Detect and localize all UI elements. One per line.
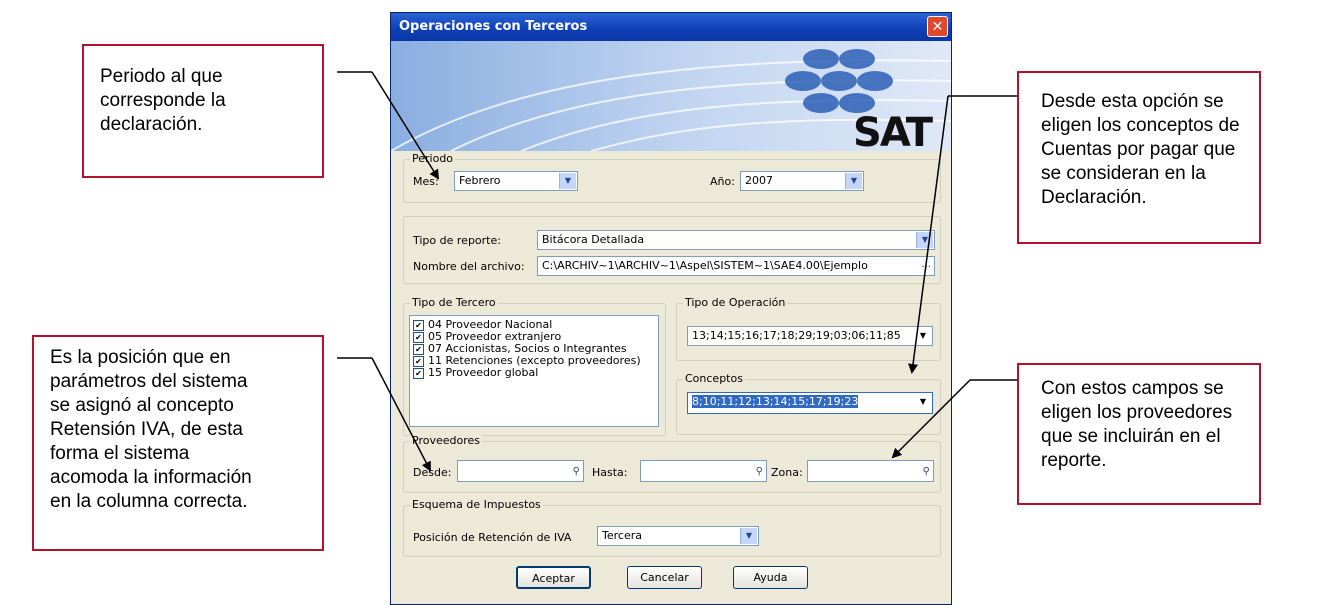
callout-line: declaración. — [100, 114, 203, 135]
callout-line: Desde esta opción se — [1041, 91, 1224, 112]
callout-line: se consideran en la — [1041, 163, 1206, 184]
tipo-operacion-select[interactable]: 13;14;15;16;17;18;29;19;03;06;11;85 ▼ — [687, 326, 933, 346]
chevron-down-icon[interactable]: ▼ — [916, 232, 933, 248]
tipo-operacion-value: 13;14;15;16;17;18;29;19;03;06;11;85 — [692, 329, 901, 342]
tipo-tercero-legend: Tipo de Tercero — [410, 296, 498, 309]
periodo-legend: Periodo — [410, 152, 456, 165]
tipo-operacion-group: Tipo de Operación 13;14;15;16;17;18;29;1… — [676, 296, 941, 361]
sat-logo: SAT — [853, 110, 933, 151]
sat-banner: SAT — [391, 41, 951, 151]
archivo-label: Nombre del archivo: — [413, 260, 525, 273]
callout-line: Cuentas por pagar que — [1041, 139, 1236, 160]
posicion-select[interactable]: Tercera ▼ — [597, 526, 759, 546]
mes-value: Febrero — [459, 174, 501, 187]
checkbox[interactable]: ✔ — [413, 355, 424, 367]
chevron-down-icon[interactable]: ▼ — [915, 328, 931, 344]
mes-label: Mes: — [413, 175, 439, 188]
chevron-down-icon[interactable]: ▼ — [915, 394, 931, 412]
archivo-field[interactable]: C:\ARCHIV~1\ARCHIV~1\Aspel\SISTEM~1\SAE4… — [537, 256, 935, 276]
search-people-icon[interactable]: ⚲ — [923, 463, 930, 481]
callout-line: Periodo al que — [100, 66, 223, 87]
callout-line: reporte. — [1041, 450, 1107, 471]
chevron-down-icon[interactable]: ▼ — [559, 173, 576, 189]
conceptos-legend: Conceptos — [683, 372, 745, 385]
tipo-tercero-list[interactable]: ✔ 04 Proveedor Nacional ✔ 05 Proveedor ext… — [409, 315, 659, 427]
archivo-value: C:\ARCHIV~1\ARCHIV~1\Aspel\SISTEM~1\SAE4… — [542, 259, 868, 272]
callout-retencion: Es la posición que en parámetros del sis… — [32, 335, 324, 551]
window-title: Operaciones con Terceros — [399, 19, 588, 34]
zona-label: Zona: — [771, 466, 803, 479]
title-bar: Operaciones con Terceros ✕ — [391, 13, 951, 41]
proveedores-legend: Proveedores — [410, 434, 482, 447]
ayuda-button[interactable]: Ayuda — [733, 566, 808, 589]
desde-field[interactable]: ⚲ — [457, 460, 584, 482]
browse-button[interactable]: ··· — [919, 259, 931, 275]
dialog-window: Operaciones con Terceros ✕ SAT Periodo M… — [390, 12, 952, 605]
impuestos-group: Esquema de Impuestos Posición de Retenci… — [403, 498, 941, 557]
chevron-down-icon[interactable]: ▼ — [740, 528, 757, 544]
conceptos-group: Conceptos 8;10;11;12;13;14;15;17;19;23 ▼ — [676, 372, 941, 435]
anio-value: 2007 — [745, 174, 773, 187]
callout-periodo: Periodo al que corresponde la declaració… — [82, 44, 324, 178]
checkbox[interactable]: ✔ — [413, 331, 424, 343]
callout-line: parámetros del sistema — [50, 371, 248, 392]
tipo-reporte-label: Tipo de reporte: — [413, 234, 501, 247]
desde-label: Desde: — [413, 466, 452, 479]
callout-line: forma el sistema — [50, 443, 190, 464]
callout-line: Con estos campos se — [1041, 378, 1224, 399]
callout-line: eligen los proveedores — [1041, 402, 1233, 423]
callout-line: Es la posición que en — [50, 347, 231, 368]
periodo-group: Periodo Mes: Febrero ▼ Año: 2007 ▼ — [403, 152, 941, 203]
callout-line: acomoda la información — [50, 467, 252, 488]
callout-proveedores: Con estos campos se eligen los proveedor… — [1017, 363, 1261, 505]
posicion-label: Posición de Retención de IVA — [413, 531, 572, 544]
posicion-value: Tercera — [602, 529, 642, 542]
anio-select[interactable]: 2007 ▼ — [740, 171, 864, 191]
hasta-field[interactable]: ⚲ — [640, 460, 767, 482]
tercero-item-label: 15 Proveedor global — [428, 366, 539, 379]
aceptar-button[interactable]: Aceptar — [516, 566, 591, 589]
checkbox[interactable]: ✔ — [413, 319, 424, 331]
callout-line: Declaración. — [1041, 187, 1147, 208]
reporte-group: Tipo de reporte: Bitácora Detallada ▼ No… — [403, 216, 941, 284]
impuestos-legend: Esquema de Impuestos — [410, 498, 543, 511]
tipo-operacion-legend: Tipo de Operación — [683, 296, 788, 309]
callout-line: en la columna correcta. — [50, 491, 248, 512]
callout-line: Retensión IVA, de esta — [50, 419, 243, 440]
callout-line: que se incluirán en el — [1041, 426, 1221, 447]
proveedores-group: Proveedores Desde: ⚲ Hasta: ⚲ Zona: ⚲ — [403, 434, 941, 493]
tipo-reporte-select[interactable]: Bitácora Detallada ▼ — [537, 230, 935, 250]
tercero-item-15[interactable]: ✔ 15 Proveedor global — [410, 367, 658, 379]
conceptos-select[interactable]: 8;10;11;12;13;14;15;17;19;23 ▼ — [687, 392, 933, 414]
close-button[interactable]: ✕ — [927, 16, 948, 37]
mes-select[interactable]: Febrero ▼ — [454, 171, 578, 191]
zona-field[interactable]: ⚲ — [807, 460, 934, 482]
conceptos-value: 8;10;11;12;13;14;15;17;19;23 — [692, 395, 859, 408]
cancelar-button[interactable]: Cancelar — [627, 566, 702, 589]
chevron-down-icon[interactable]: ▼ — [845, 173, 862, 189]
checkbox[interactable]: ✔ — [413, 343, 424, 355]
tipo-reporte-value: Bitácora Detallada — [542, 233, 645, 246]
tipo-tercero-group: Tipo de Tercero ✔ 04 Proveedor Nacional ✔… — [403, 296, 666, 436]
callout-line: se asignó al concepto — [50, 395, 234, 416]
checkbox[interactable]: ✔ — [413, 367, 424, 379]
callout-line: eligen los conceptos de — [1041, 115, 1240, 136]
callout-line: corresponde la — [100, 90, 226, 111]
hasta-label: Hasta: — [592, 466, 628, 479]
search-people-icon[interactable]: ⚲ — [756, 463, 763, 481]
anio-label: Año: — [710, 175, 735, 188]
search-people-icon[interactable]: ⚲ — [573, 463, 580, 481]
callout-conceptos: Desde esta opción se eligen los concepto… — [1017, 71, 1261, 244]
